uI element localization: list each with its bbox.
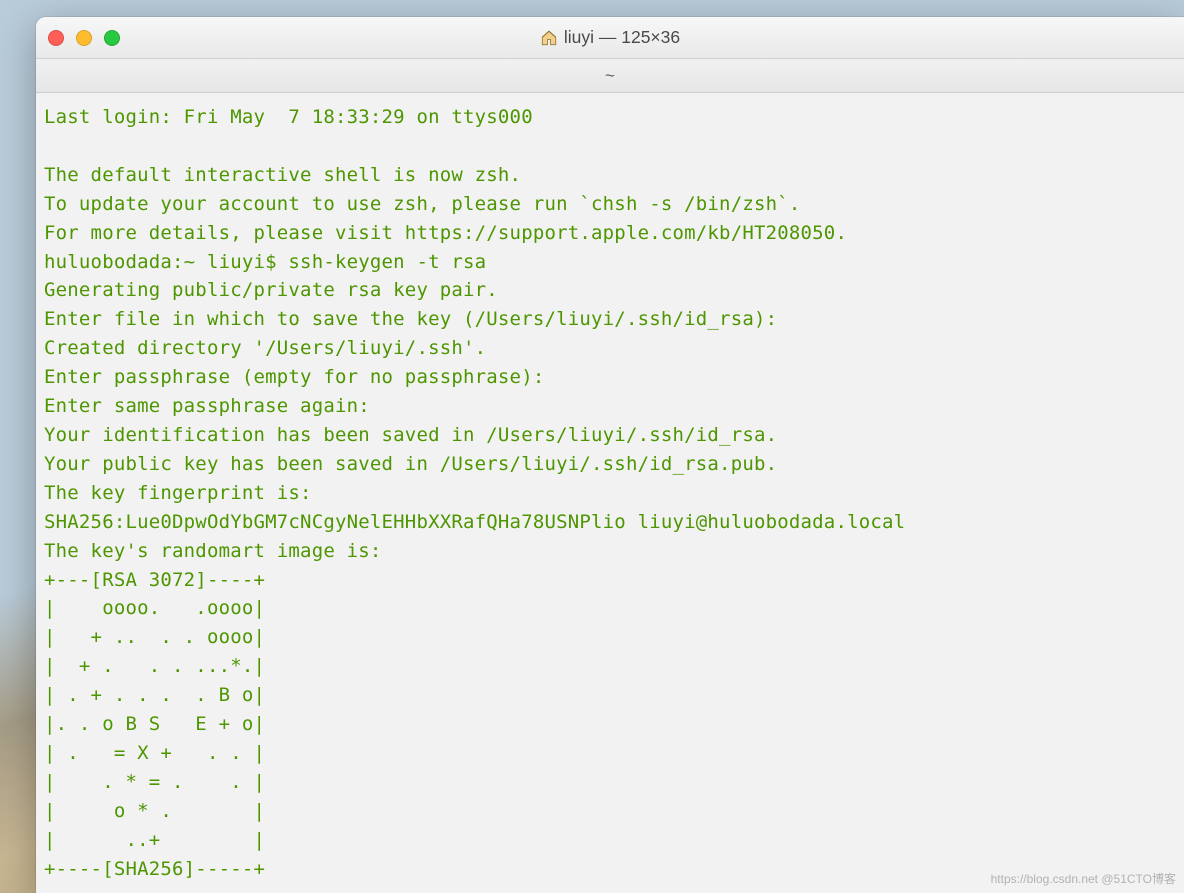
window-controls [48, 30, 120, 46]
tab-bar[interactable]: ~ [36, 59, 1184, 93]
maximize-button[interactable] [104, 30, 120, 46]
terminal-viewport[interactable]: Last login: Fri May 7 18:33:29 on ttys00… [36, 93, 1184, 893]
window-title-wrap: liuyi — 125×36 [36, 27, 1184, 48]
home-icon [540, 29, 558, 47]
terminal-window: liuyi — 125×36 ~ Last login: Fri May 7 1… [36, 17, 1184, 893]
terminal-output[interactable]: Last login: Fri May 7 18:33:29 on ttys00… [44, 103, 1176, 883]
minimize-button[interactable] [76, 30, 92, 46]
watermark: https://blog.csdn.net @51CTO博客 [991, 870, 1176, 887]
close-button[interactable] [48, 30, 64, 46]
window-title: liuyi — 125×36 [564, 27, 680, 48]
window-titlebar[interactable]: liuyi — 125×36 [36, 17, 1184, 59]
tab-label[interactable]: ~ [605, 66, 615, 86]
